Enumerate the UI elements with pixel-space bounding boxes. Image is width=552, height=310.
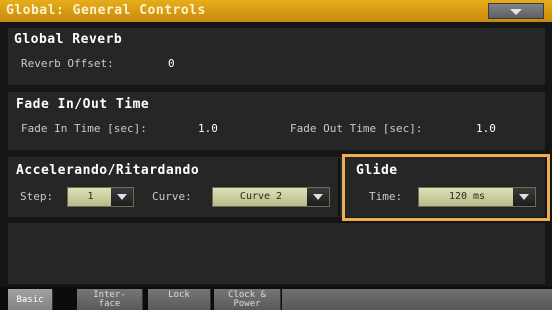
fade-in-value[interactable]: 1.0 (198, 122, 218, 135)
title-bar: Global: General Controls (0, 0, 552, 22)
fade-out-label: Fade Out Time [sec]: (290, 122, 423, 135)
page-title: Global: General Controls (6, 3, 206, 18)
tab-clock-power[interactable]: Clock & Power (214, 289, 281, 310)
step-label: Step: (20, 190, 54, 203)
curve-dropdown[interactable]: Curve 2 (212, 187, 330, 207)
curve-value: Curve 2 (239, 191, 283, 202)
reverb-offset-label: Reverb Offset: (21, 57, 114, 70)
glide-dropdown-arrow[interactable] (513, 188, 535, 206)
triangle-down-icon (510, 9, 522, 15)
step-value: 1 (87, 191, 94, 202)
curve-dropdown-arrow[interactable] (307, 188, 329, 206)
tab-basic[interactable]: Basic (8, 289, 53, 310)
glide-time-value: 120 ms (448, 191, 486, 202)
tab-lock[interactable]: Lock (148, 289, 211, 310)
glide-time-label: Time: (369, 190, 403, 203)
glide-time-dropdown[interactable]: 120 ms (418, 187, 536, 207)
tab-interface[interactable]: Inter- face (77, 289, 143, 310)
global-reverb-title: Global Reverb (14, 32, 123, 47)
fade-out-value[interactable]: 1.0 (476, 122, 496, 135)
section-divider (338, 158, 340, 216)
accel-title: Accelerando/Ritardando (16, 163, 200, 178)
triangle-down-icon (519, 194, 529, 200)
tab-bar: Basic Inter- face Lock Clock & Power (0, 287, 552, 310)
curve-label: Curve: (152, 190, 192, 203)
step-dropdown-arrow[interactable] (111, 188, 133, 206)
fade-title: Fade In/Out Time (16, 97, 150, 112)
step-dropdown[interactable]: 1 (67, 187, 134, 207)
page-menu-button[interactable] (488, 3, 544, 19)
tab-bar-filler (282, 289, 552, 310)
triangle-down-icon (313, 194, 323, 200)
fade-in-label: Fade In Time [sec]: (21, 122, 147, 135)
empty-panel (8, 223, 545, 284)
triangle-down-icon (117, 194, 127, 200)
glide-title: Glide (356, 163, 398, 178)
reverb-offset-value[interactable]: 0 (168, 57, 175, 70)
